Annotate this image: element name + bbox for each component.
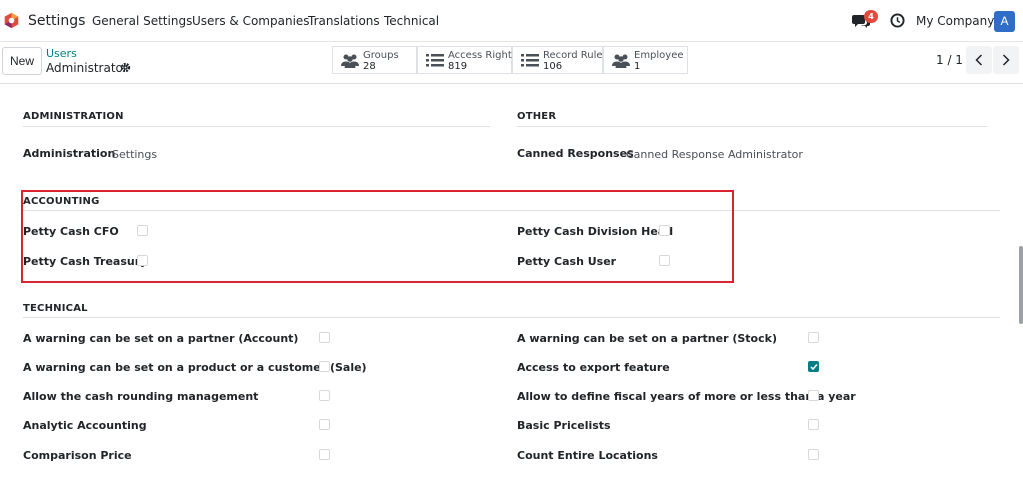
notification-badge: 4 [864, 10, 878, 23]
stat-label: Access Rights [448, 50, 517, 61]
chevron-left-icon [975, 54, 983, 66]
stat-value: 106 [543, 61, 563, 72]
list-icon [426, 54, 444, 67]
section-divider [23, 317, 1000, 318]
settings-app-logo-icon[interactable] [3, 12, 20, 29]
users-icon [612, 54, 630, 68]
warning-partner-stock-checkbox[interactable] [808, 332, 819, 343]
section-title-technical: TECHNICAL [23, 303, 88, 314]
users-icon [341, 54, 359, 68]
field-label-warning-product-sale: A warning can be set on a product or a c… [23, 361, 367, 374]
breadcrumb-current: Administrator [46, 61, 128, 75]
chevron-right-icon [1002, 54, 1010, 66]
clock-icon[interactable] [890, 13, 905, 28]
pager-previous-button[interactable] [966, 46, 992, 74]
control-panel: New Users Administrator Groups 28 Access… [0, 42, 1023, 84]
field-label-administration: Administration [23, 147, 116, 160]
warning-partner-account-checkbox[interactable] [319, 332, 330, 343]
stat-label: Employee [634, 50, 684, 61]
menu-technical[interactable]: Technical [384, 14, 439, 28]
analytic-accounting-checkbox[interactable] [319, 419, 330, 430]
pager-next-button[interactable] [993, 46, 1019, 74]
field-label-fiscal-years: Allow to define fiscal years of more or … [517, 390, 856, 403]
section-divider [517, 126, 987, 127]
stat-button-groups[interactable]: Groups 28 [332, 46, 417, 74]
breadcrumb-parent[interactable]: Users [46, 47, 77, 60]
stat-button-employee[interactable]: Employee 1 [603, 46, 688, 74]
field-label-access-export: Access to export feature [517, 361, 670, 374]
stat-button-record-rules[interactable]: Record Rules 106 [512, 46, 608, 74]
basic-pricelists-checkbox[interactable] [808, 419, 819, 430]
app-name[interactable]: Settings [28, 13, 85, 29]
company-switcher[interactable]: My Company [916, 14, 994, 28]
checkmark-icon [810, 364, 818, 371]
section-divider [23, 126, 490, 127]
menu-translations[interactable]: Translations [308, 14, 380, 28]
field-label-cash-rounding: Allow the cash rounding management [23, 390, 259, 403]
user-avatar[interactable]: A [994, 11, 1015, 32]
warning-product-sale-checkbox[interactable] [319, 361, 330, 372]
field-label-comparison-price: Comparison Price [23, 449, 132, 462]
field-label-warning-partner-account: A warning can be set on a partner (Accou… [23, 332, 299, 345]
top-navbar: Settings General Settings Users & Compan… [0, 0, 1023, 42]
canned-responses-select[interactable]: Canned Response Administrator [626, 148, 803, 161]
highlight-annotation [21, 190, 734, 283]
comparison-price-checkbox[interactable] [319, 449, 330, 460]
field-label-canned-responses: Canned Responses [517, 147, 634, 160]
stat-label: Record Rules [543, 50, 608, 61]
list-icon [521, 54, 539, 67]
new-button[interactable]: New [2, 47, 42, 75]
stat-button-access-rights[interactable]: Access Rights 819 [417, 46, 517, 74]
cash-rounding-checkbox[interactable] [319, 390, 330, 401]
count-entire-locations-checkbox[interactable] [808, 449, 819, 460]
stat-value: 28 [363, 61, 376, 72]
access-export-checkbox[interactable] [808, 361, 819, 372]
menu-users-companies[interactable]: Users & Companies [192, 14, 310, 28]
section-title-administration: ADMINISTRATION [23, 111, 124, 122]
field-label-count-entire-locations: Count Entire Locations [517, 449, 658, 462]
menu-general-settings[interactable]: General Settings [92, 14, 192, 28]
gear-icon[interactable] [120, 62, 131, 73]
stat-label: Groups [363, 50, 399, 61]
pager-counter[interactable]: 1 / 1 [936, 53, 963, 67]
scrollbar-thumb[interactable] [1019, 246, 1023, 324]
field-label-analytic-accounting: Analytic Accounting [23, 419, 147, 432]
field-label-basic-pricelists: Basic Pricelists [517, 419, 611, 432]
administration-select[interactable]: Settings [112, 148, 157, 161]
stat-value: 1 [634, 61, 641, 72]
section-title-other: OTHER [517, 111, 557, 122]
fiscal-years-checkbox[interactable] [808, 390, 819, 401]
field-label-warning-partner-stock: A warning can be set on a partner (Stock… [517, 332, 777, 345]
stat-value: 819 [448, 61, 468, 72]
